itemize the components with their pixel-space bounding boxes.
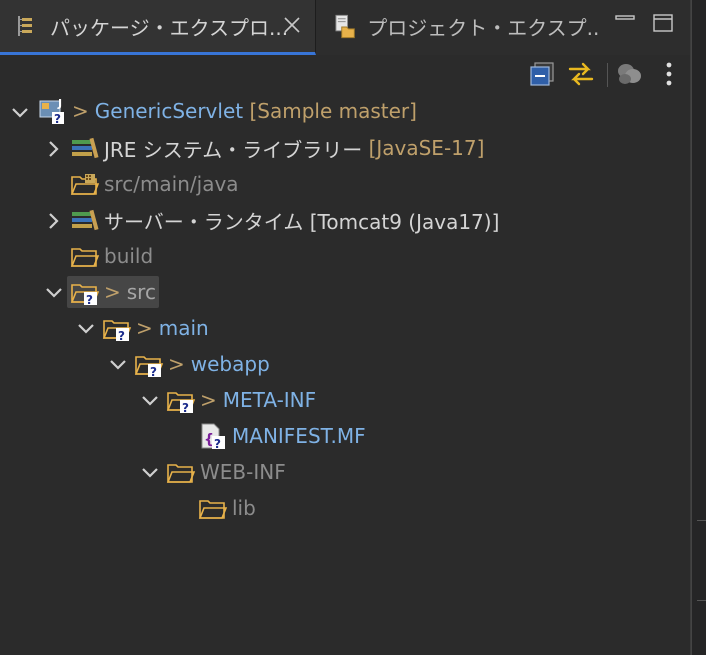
panel-divider [697, 600, 706, 601]
project-name: GenericServlet [94, 99, 244, 123]
tab-project-explorer[interactable]: プロジェクト・エクスプ... [318, 0, 598, 52]
manifest-label: MANIFEST.MF [232, 424, 366, 448]
meta-inf-label: META-INF [222, 388, 317, 412]
maximize-icon[interactable] [652, 12, 674, 34]
tree-item-project[interactable]: J ? > GenericServlet [Sample master] [38, 95, 417, 127]
tree-item-jre[interactable]: JRE システム・ライブラリー [JavaSE-17] [70, 132, 484, 164]
tab-label: プロジェクト・エクスプ... [367, 15, 598, 40]
folder-unknown-icon: ? [166, 392, 196, 414]
chevron-down-icon[interactable] [140, 463, 160, 483]
svg-text:?: ? [150, 365, 157, 378]
svg-text:?: ? [86, 293, 93, 306]
tree-item-web-inf[interactable]: WEB-INF [166, 456, 286, 488]
library-icon [72, 137, 99, 159]
tree-item-src-main-java[interactable]: src/main/java [70, 168, 239, 200]
close-icon[interactable] [281, 14, 303, 36]
lib-label: lib [232, 496, 256, 520]
tree-item-manifest[interactable]: { ? MANIFEST.MF [198, 420, 366, 452]
folder-icon [70, 248, 100, 267]
tree-item-main[interactable]: ? > main [102, 312, 209, 344]
chevron-down-icon[interactable] [44, 283, 64, 303]
tab-package-explorer[interactable]: パッケージ・エクスプロ... [0, 0, 316, 55]
java-project-icon: J ? [39, 97, 64, 125]
build-label: build [104, 244, 154, 268]
tree-item-lib[interactable]: lib [198, 492, 256, 524]
view-menu-icon[interactable] [654, 59, 684, 89]
svg-text:J: J [57, 97, 62, 110]
chevron-down-icon[interactable] [108, 355, 128, 375]
chevron-right-icon[interactable] [44, 211, 64, 231]
web-inf-label: WEB-INF [200, 460, 286, 484]
folder-unknown-icon: ? [134, 356, 164, 378]
manifest-file-icon: { ? [201, 423, 225, 450]
minimize-icon[interactable] [614, 12, 636, 34]
source-folder-icon [70, 174, 100, 195]
library-icon [72, 209, 99, 231]
view-toolbar [0, 55, 690, 95]
src-label: src [126, 280, 156, 304]
tree-item-meta-inf[interactable]: ? > META-INF [166, 384, 316, 416]
folder-icon [198, 500, 228, 519]
tree-item-build[interactable]: build [70, 240, 153, 272]
chevron-down-icon[interactable] [76, 319, 96, 339]
folder-unknown-icon: ? [70, 284, 100, 306]
adjacent-panel-edge [691, 0, 706, 655]
folder-icon [166, 464, 196, 483]
project-decoration: [Sample master] [249, 99, 417, 123]
tree-item-src[interactable]: ? > src [67, 276, 159, 308]
chevron-down-icon[interactable] [140, 391, 160, 411]
server-runtime-label: サーバー・ランタイム [Tomcat9 (Java17)] [104, 209, 500, 234]
package-explorer-view: パッケージ・エクスプロ... プロジェクト・エクスプ... J ? > Gene… [0, 0, 691, 655]
webapp-label: webapp [190, 352, 270, 376]
package-tree: J ? > GenericServlet [Sample master] JRE… [0, 95, 690, 655]
svg-text:?: ? [182, 401, 189, 414]
link-with-editor-icon[interactable] [566, 59, 596, 89]
svg-text:?: ? [54, 112, 61, 125]
collapse-all-icon[interactable] [528, 59, 558, 89]
panel-divider [697, 520, 706, 521]
main-label: main [158, 316, 209, 340]
svg-text:?: ? [214, 437, 221, 450]
package-explorer-icon [18, 16, 32, 36]
tree-item-webapp[interactable]: ? > webapp [134, 348, 270, 380]
svg-text:?: ? [118, 329, 125, 342]
folder-unknown-icon: ? [102, 320, 132, 342]
project-explorer-icon [335, 14, 355, 39]
jre-label: JRE システム・ライブラリー [104, 137, 363, 162]
chevron-down-icon[interactable] [10, 103, 30, 123]
src-main-java-label: src/main/java [104, 172, 239, 196]
view-tab-bar: パッケージ・エクスプロ... プロジェクト・エクスプ... [0, 0, 690, 55]
toolbar-separator [607, 63, 608, 87]
tree-item-server-runtime[interactable]: サーバー・ランタイム [Tomcat9 (Java17)] [70, 204, 499, 236]
jre-decoration: [JavaSE-17] [368, 136, 485, 160]
tab-label: パッケージ・エクスプロ... [50, 15, 289, 40]
chevron-right-icon[interactable] [44, 139, 64, 159]
filters-icon[interactable] [614, 59, 644, 89]
